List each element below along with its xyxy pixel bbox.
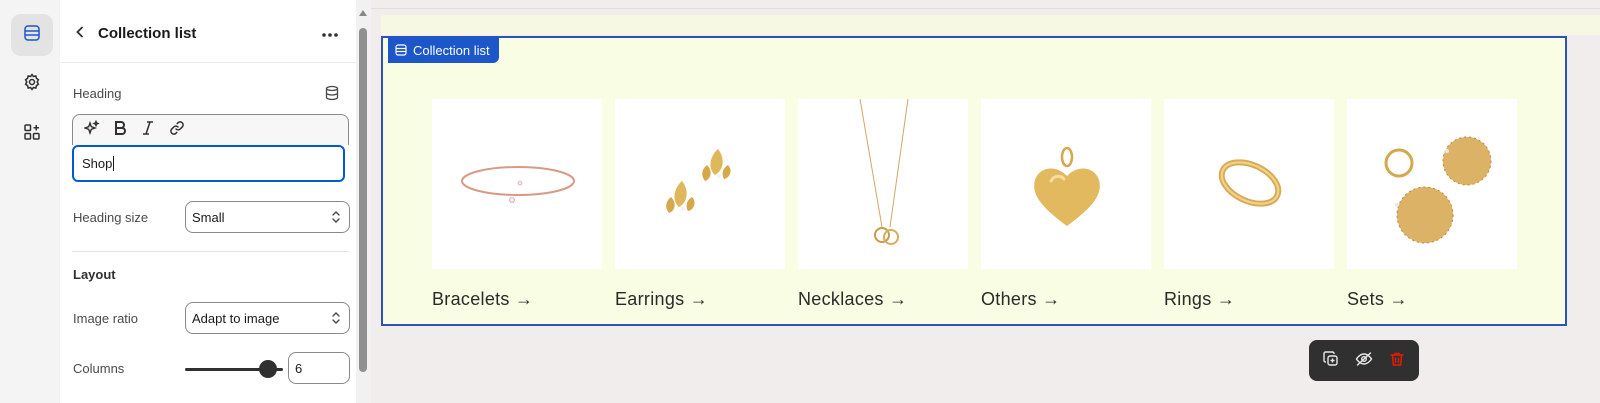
more-actions-button[interactable] bbox=[316, 22, 344, 46]
image-ratio-value: Adapt to image bbox=[192, 310, 280, 326]
panel-header: Collection list bbox=[60, 12, 356, 56]
delete-button[interactable] bbox=[1386, 350, 1408, 372]
collection-card-image[interactable] bbox=[1164, 99, 1334, 269]
italic-button[interactable] bbox=[139, 120, 157, 141]
collection-card-image[interactable] bbox=[798, 98, 968, 269]
heading-size-value: Small bbox=[192, 209, 225, 225]
more-horizontal-icon bbox=[321, 25, 339, 43]
heading-label: Heading bbox=[73, 86, 122, 101]
columns-value: 6 bbox=[295, 360, 303, 376]
heading-size-select[interactable]: Small bbox=[185, 201, 350, 233]
collection-label[interactable]: Sets → bbox=[1347, 289, 1408, 310]
rich-text-toolbar bbox=[72, 114, 349, 145]
bracelet-image bbox=[461, 166, 575, 203]
eye-off-icon bbox=[1355, 351, 1373, 372]
link-button[interactable] bbox=[168, 120, 186, 141]
text-cursor bbox=[113, 156, 115, 171]
sections-button[interactable] bbox=[11, 14, 53, 56]
scroll-up-arrow-icon[interactable] bbox=[359, 10, 367, 16]
image-ratio-select[interactable]: Adapt to image bbox=[185, 302, 350, 334]
select-chevron-icon bbox=[331, 311, 341, 328]
collection-card-image[interactable] bbox=[1347, 99, 1517, 269]
trash-icon bbox=[1389, 351, 1405, 372]
section-divider bbox=[72, 251, 349, 252]
necklace-image bbox=[859, 98, 909, 245]
collection-label[interactable]: Bracelets → bbox=[432, 289, 533, 310]
chevron-left-icon bbox=[74, 25, 86, 43]
previous-section[interactable] bbox=[381, 15, 1600, 35]
database-icon bbox=[324, 85, 340, 105]
columns-label: Columns bbox=[73, 361, 125, 376]
image-ratio-label: Image ratio bbox=[73, 311, 139, 326]
scrollbar-thumb[interactable] bbox=[359, 28, 367, 372]
earrings-image bbox=[666, 149, 731, 213]
heading-size-label: Heading size bbox=[73, 210, 149, 225]
sections-icon bbox=[23, 24, 41, 47]
collection-label[interactable]: Earrings → bbox=[615, 289, 708, 310]
collection-label[interactable]: Necklaces → bbox=[798, 289, 907, 310]
section-label-text: Collection list bbox=[413, 42, 490, 58]
apps-button[interactable] bbox=[11, 113, 53, 155]
columns-number-input[interactable]: 6 bbox=[288, 352, 350, 384]
panel-scrollbar[interactable] bbox=[356, 0, 370, 403]
columns-slider-thumb[interactable] bbox=[259, 360, 277, 378]
collection-label[interactable]: Rings → bbox=[1164, 289, 1235, 310]
collection-label[interactable]: Others → bbox=[981, 289, 1060, 310]
heart-pendant-image bbox=[1034, 146, 1100, 226]
collection-card-image[interactable] bbox=[615, 99, 785, 269]
heading-rich-text-editor: Shop bbox=[72, 114, 349, 186]
italic-icon bbox=[142, 120, 154, 141]
collection-card-image[interactable] bbox=[981, 99, 1151, 269]
panel-title: Collection list bbox=[98, 25, 197, 42]
sidebar-rail bbox=[0, 0, 61, 403]
duplicate-icon bbox=[1323, 350, 1339, 372]
duplicate-button[interactable] bbox=[1320, 350, 1342, 372]
header-divider bbox=[60, 62, 356, 63]
dynamic-source-button[interactable] bbox=[324, 85, 340, 106]
select-chevron-icon bbox=[331, 210, 341, 227]
bold-icon bbox=[113, 120, 127, 141]
back-button[interactable] bbox=[68, 22, 92, 46]
sparkle-icon bbox=[82, 119, 100, 141]
heading-input[interactable]: Shop bbox=[72, 145, 345, 182]
jewelry-set-image bbox=[1384, 136, 1492, 244]
heading-input-value: Shop bbox=[82, 156, 113, 171]
collection-card-image[interactable] bbox=[432, 99, 602, 269]
gear-icon bbox=[23, 72, 41, 96]
hide-button[interactable] bbox=[1353, 350, 1375, 372]
preview-canvas: Bracelets → Earrings → Necklaces → Other… bbox=[371, 0, 1600, 403]
ai-generate-button[interactable] bbox=[82, 119, 101, 141]
bold-button[interactable] bbox=[111, 120, 129, 141]
ring-image bbox=[1218, 159, 1282, 207]
link-icon bbox=[169, 120, 185, 141]
layout-heading: Layout bbox=[73, 267, 116, 282]
section-label-badge[interactable]: Collection list bbox=[388, 37, 499, 63]
apps-add-icon bbox=[23, 123, 41, 146]
sections-icon bbox=[395, 44, 407, 56]
section-action-bar bbox=[1309, 340, 1419, 381]
theme-settings-button[interactable] bbox=[11, 63, 53, 105]
preview-divider bbox=[371, 8, 1600, 9]
settings-panel: Collection list Heading Shop Heading siz… bbox=[60, 0, 356, 403]
